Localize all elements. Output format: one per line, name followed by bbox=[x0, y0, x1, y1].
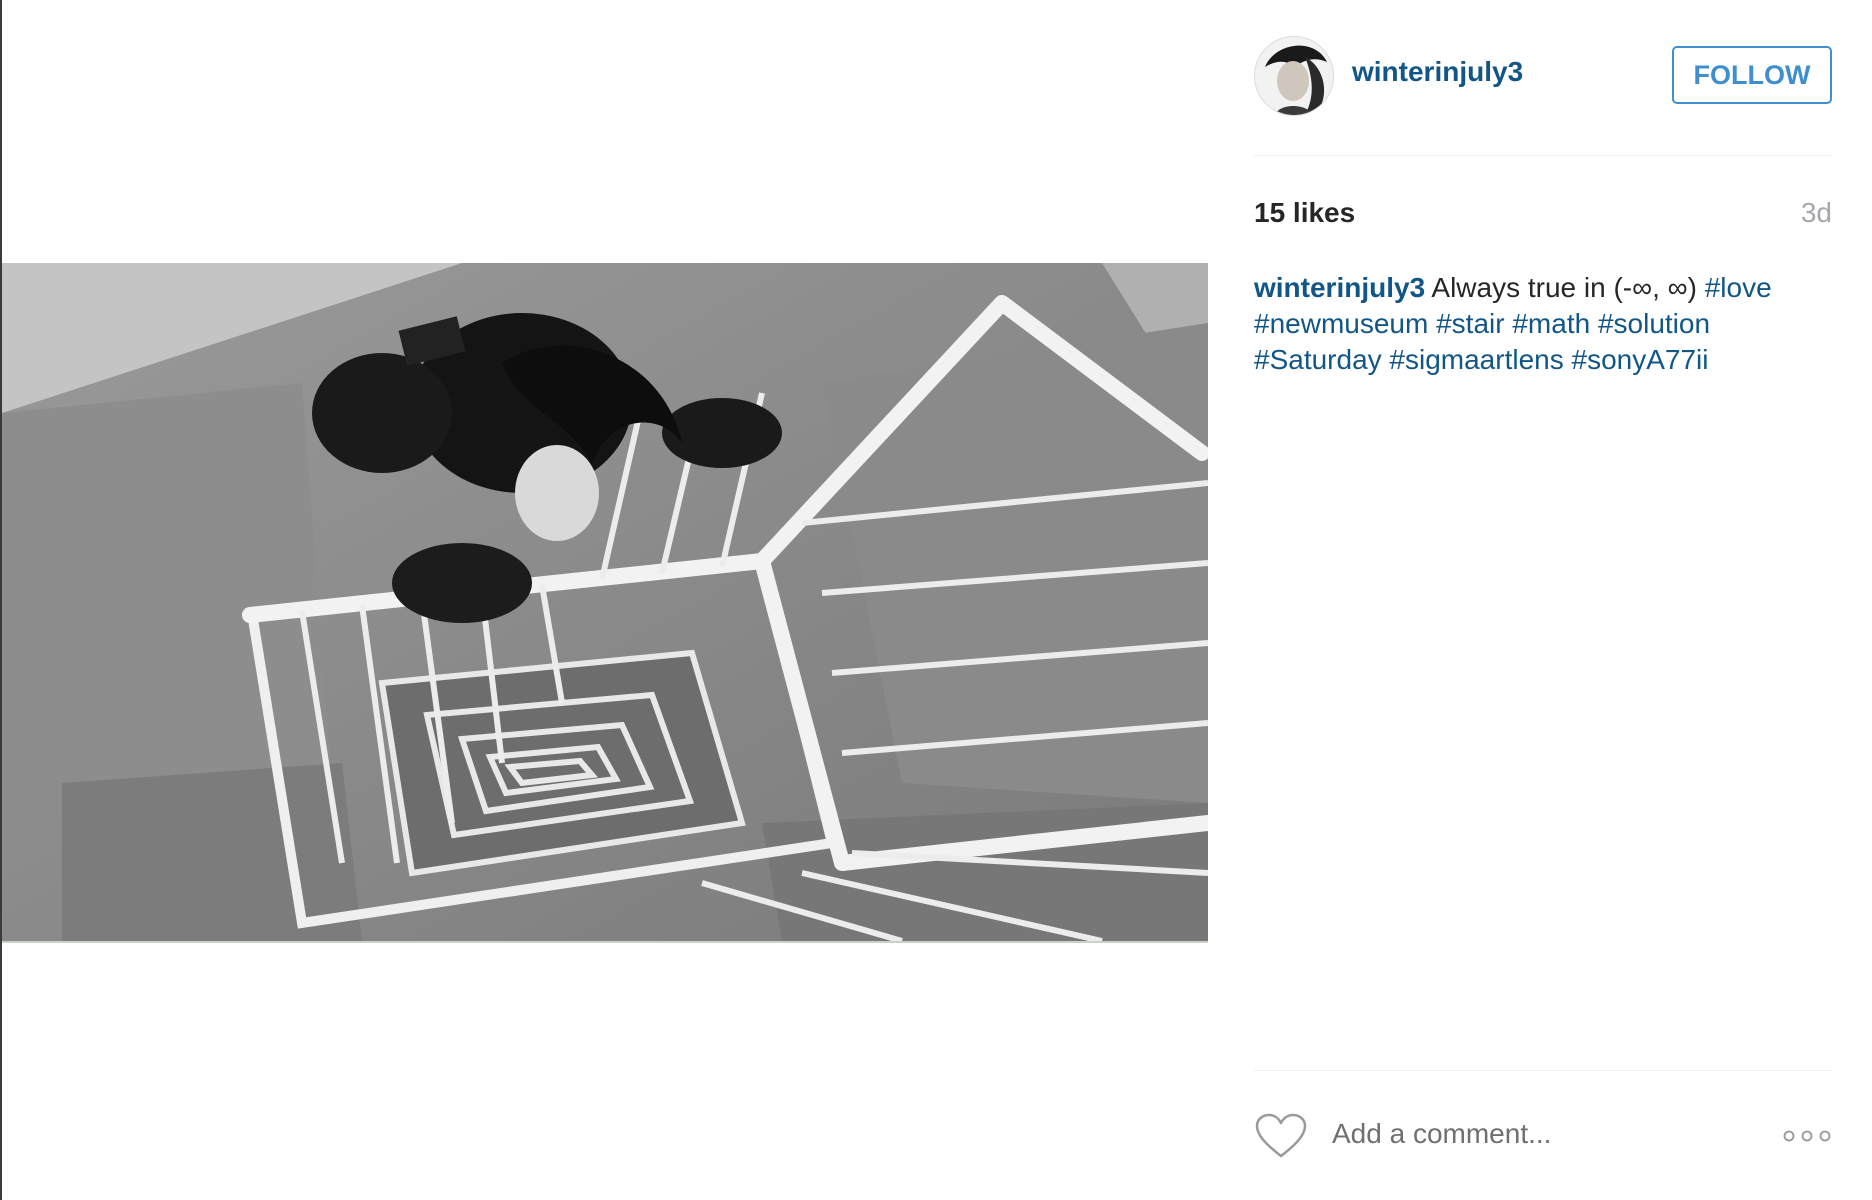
avatar[interactable] bbox=[1254, 36, 1334, 116]
hashtag[interactable]: #Saturday bbox=[1254, 344, 1382, 375]
follow-button[interactable]: FOLLOW bbox=[1672, 46, 1832, 104]
comment-input[interactable] bbox=[1332, 1114, 1752, 1154]
hashtag[interactable]: #newmuseum bbox=[1254, 308, 1428, 339]
post-sidebar: winterinjuly3 FOLLOW 15 likes 3d winteri… bbox=[1254, 36, 1832, 1200]
post-time[interactable]: 3d bbox=[1801, 197, 1832, 229]
comment-bar bbox=[1254, 1106, 1832, 1166]
hashtag[interactable]: #solution bbox=[1598, 308, 1710, 339]
likes-count[interactable]: 15 likes bbox=[1254, 197, 1355, 229]
username-link[interactable]: winterinjuly3 bbox=[1352, 56, 1523, 88]
hashtag[interactable]: #math bbox=[1512, 308, 1590, 339]
stairwell-photo bbox=[2, 263, 1208, 941]
header-divider bbox=[1254, 155, 1832, 156]
caption: winterinjuly3 Always true in (-∞, ∞) #lo… bbox=[1254, 270, 1832, 378]
heart-icon[interactable] bbox=[1254, 1112, 1308, 1160]
more-options-icon[interactable] bbox=[1782, 1128, 1832, 1144]
hashtag[interactable]: #love bbox=[1705, 272, 1772, 303]
post-header: winterinjuly3 FOLLOW bbox=[1254, 36, 1832, 116]
hashtag[interactable]: #stair bbox=[1436, 308, 1504, 339]
hashtag[interactable]: #sonyA77ii bbox=[1572, 344, 1709, 375]
caption-text: Always true in (-∞, ∞) bbox=[1431, 272, 1697, 303]
post-photo[interactable] bbox=[2, 263, 1208, 943]
caption-username[interactable]: winterinjuly3 bbox=[1254, 272, 1425, 303]
comment-divider bbox=[1254, 1070, 1832, 1071]
hashtag[interactable]: #sigmaartlens bbox=[1389, 344, 1563, 375]
avatar-image bbox=[1255, 37, 1333, 115]
